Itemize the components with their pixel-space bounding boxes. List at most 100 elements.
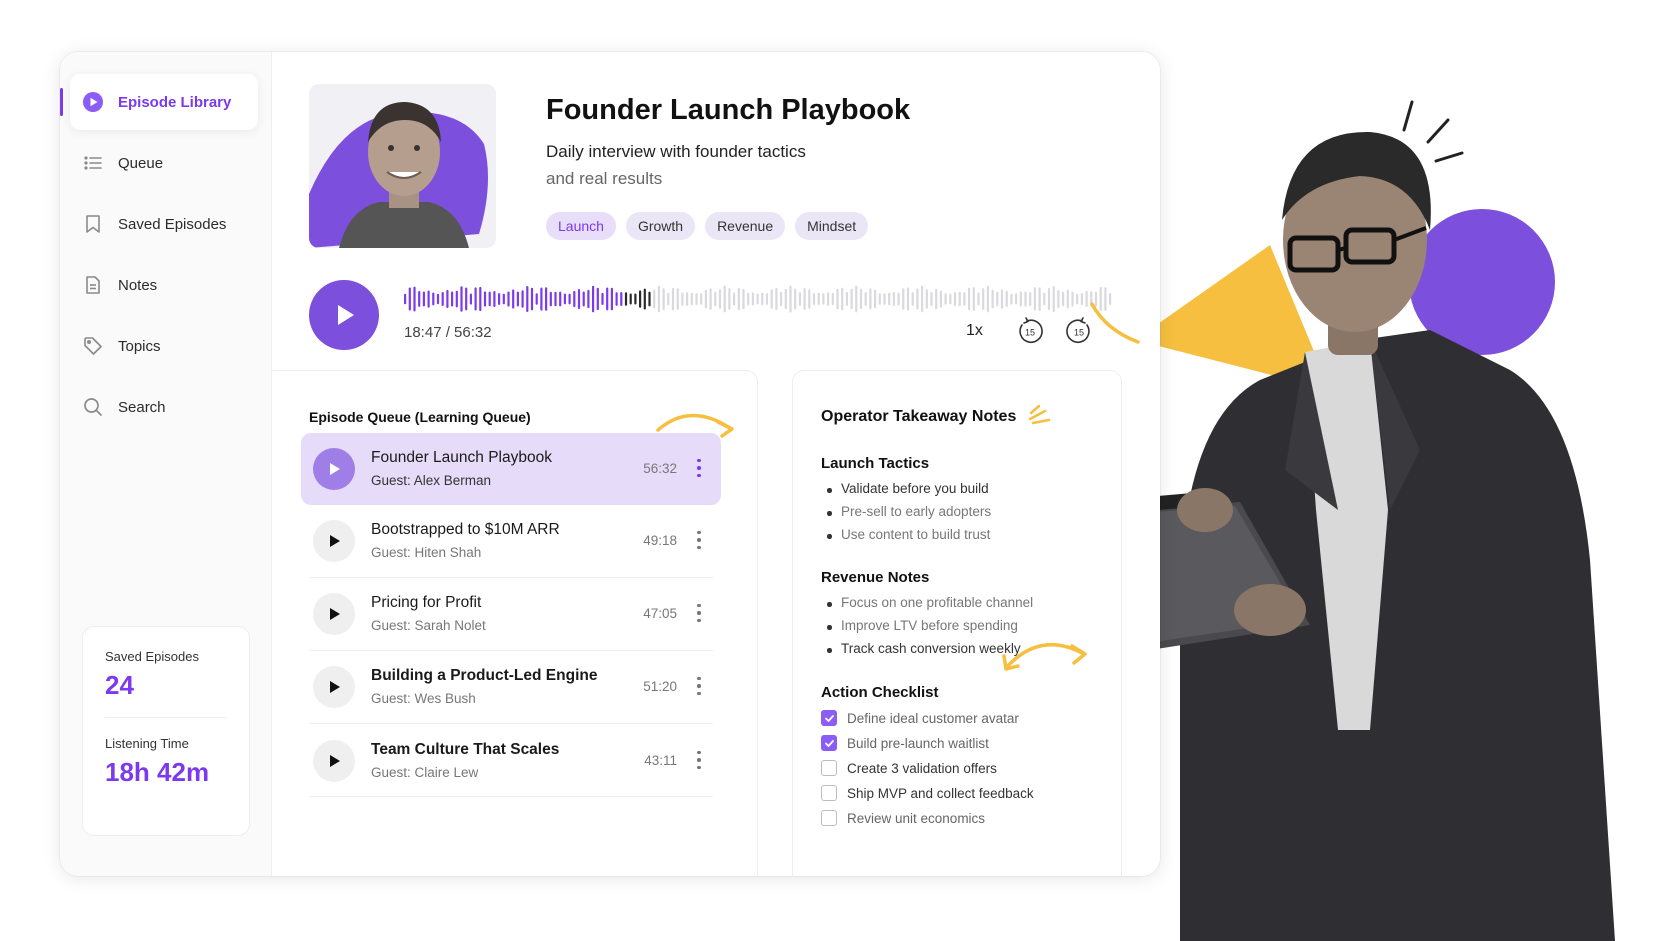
waveform-bar <box>1057 290 1060 308</box>
checklist-item-label: Ship MVP and collect feedback <box>847 785 1034 801</box>
queue-item-guest: Guest: Alex Berman <box>371 473 492 488</box>
episode-subtitle-continued: and real results <box>546 169 663 188</box>
note-bullet: Track cash conversion weekly <box>827 641 1021 656</box>
waveform-bar <box>507 291 510 307</box>
waveform-bar <box>582 291 585 307</box>
waveform-bar <box>921 285 924 313</box>
waveform-bar <box>1076 293 1079 305</box>
waveform-bar <box>643 288 646 310</box>
sidebar-item-queue[interactable]: Queue <box>70 135 258 191</box>
episode-queue-panel: Episode Queue (Learning Queue) Founder L… <box>273 370 758 876</box>
waveform-bar <box>883 293 886 305</box>
queue-item-guest: Guest: Claire Lew <box>371 765 479 780</box>
play-icon[interactable] <box>313 448 355 490</box>
checklist-item[interactable]: Review unit economics <box>821 810 985 826</box>
waveform-bar <box>756 293 759 305</box>
waveform-bar <box>892 292 895 306</box>
checklist-item[interactable]: Create 3 validation offers <box>821 760 997 776</box>
waveform-bar <box>667 292 670 306</box>
checkbox-checked-icon[interactable] <box>821 735 837 751</box>
tag-chip[interactable]: Mindset <box>795 212 869 240</box>
waveform-bar <box>526 286 529 312</box>
play-icon <box>338 305 354 325</box>
queue-item[interactable]: Founder Launch Playbook Guest: Alex Berm… <box>301 433 721 505</box>
checkbox-icon[interactable] <box>821 810 837 826</box>
rewind-15-icon[interactable]: 15 <box>1015 316 1045 346</box>
waveform-bar <box>690 292 693 306</box>
waveform-bar <box>1019 291 1022 307</box>
waveform-bar <box>968 287 971 311</box>
queue-item-guest: Guest: Wes Bush <box>371 691 476 706</box>
queue-item-title: Founder Launch Playbook <box>371 449 552 466</box>
queue-item[interactable]: Team Culture That Scales Guest: Claire L… <box>301 725 721 797</box>
waveform-bar <box>1066 289 1069 309</box>
sidebar-item-saved-episodes[interactable]: Saved Episodes <box>70 196 258 252</box>
notes-section-title: Launch Tactics <box>821 455 930 472</box>
waveform-bar <box>695 293 698 305</box>
sidebar-item-search[interactable]: Search <box>70 379 258 435</box>
waveform-bar <box>1062 291 1065 307</box>
sidebar-item-episode-library[interactable]: Episode Library <box>60 74 258 130</box>
waveform-bar <box>728 288 731 310</box>
curved-arrow-icon <box>656 413 734 438</box>
checkbox-icon[interactable] <box>821 785 837 801</box>
play-icon[interactable] <box>313 520 355 562</box>
waveform-bar <box>723 285 726 313</box>
waveform-bar <box>733 292 736 306</box>
waveform-bar <box>681 292 684 306</box>
waveform-bar <box>493 291 496 307</box>
queue-item-duration: 56:32 <box>643 461 677 476</box>
takeaway-notes-panel: Operator Takeaway Notes Launch Tactics V… <box>792 370 1122 876</box>
waveform-bar <box>831 292 834 306</box>
queue-item-guest: Guest: Sarah Nolet <box>371 618 486 633</box>
play-icon[interactable] <box>313 740 355 782</box>
playback-speed-button[interactable]: 1x <box>966 322 983 340</box>
waveform-bar <box>436 293 440 305</box>
waveform-bar <box>446 289 449 309</box>
waveform-bar <box>930 292 933 307</box>
checklist-item[interactable]: Define ideal customer avatar <box>821 710 1019 726</box>
tag-chip[interactable]: Growth <box>625 212 696 240</box>
play-icon[interactable] <box>313 593 355 635</box>
more-options-icon[interactable] <box>691 598 707 628</box>
play-button[interactable] <box>309 280 379 350</box>
queue-item[interactable]: Building a Product-Led Engine Guest: Wes… <box>301 651 721 723</box>
sidebar-item-topics[interactable]: Topics <box>70 318 258 374</box>
waveform-bar <box>817 292 820 306</box>
checklist-title: Action Checklist <box>821 684 939 701</box>
forward-seconds-label: 15 <box>1074 328 1084 338</box>
note-bullet: Focus on one profitable channel <box>826 595 1034 610</box>
waveform-bar <box>573 290 576 308</box>
checklist-item[interactable]: Ship MVP and collect feedback <box>821 785 1034 801</box>
play-icon[interactable] <box>313 666 355 708</box>
waveform-bar <box>902 288 905 310</box>
waveform-bar <box>498 293 501 305</box>
more-options-icon[interactable] <box>691 671 707 701</box>
more-options-icon[interactable] <box>691 453 707 483</box>
sidebar-item-notes[interactable]: Notes <box>70 257 258 313</box>
divider <box>105 717 227 718</box>
waveform-bar <box>592 285 595 313</box>
checkbox-icon[interactable] <box>821 760 837 776</box>
more-options-icon[interactable] <box>691 525 707 555</box>
waveform-bar <box>916 288 919 310</box>
waveform-bar <box>906 287 910 311</box>
waveform-bar <box>465 287 468 311</box>
tag-chip[interactable]: Revenue <box>705 212 786 240</box>
stat-label: Listening Time <box>105 736 189 751</box>
waveform-bar <box>949 293 952 305</box>
waveform-bar <box>1043 292 1046 306</box>
queue-item[interactable]: Pricing for Profit Guest: Sarah Nolet 47… <box>301 578 721 650</box>
audio-waveform-scrubber[interactable] <box>404 284 1116 314</box>
queue-item[interactable]: Bootstrapped to $10M ARR Guest: Hiten Sh… <box>301 505 721 577</box>
checklist-item[interactable]: Build pre-launch waitlist <box>821 735 989 751</box>
checklist-item-label: Define ideal customer avatar <box>847 710 1019 726</box>
waveform-bar <box>530 287 534 311</box>
more-options-icon[interactable] <box>691 745 707 775</box>
checkbox-checked-icon[interactable] <box>821 710 837 726</box>
waveform-bar <box>653 289 656 309</box>
waveform-bar <box>1010 293 1013 305</box>
waveform-bar <box>460 286 463 312</box>
tag-chip[interactable]: Launch <box>546 212 616 240</box>
waveform-bar <box>869 288 872 310</box>
